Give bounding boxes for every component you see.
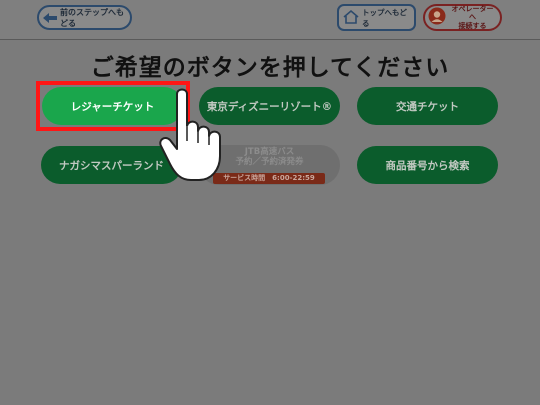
operator-button-label: オペレーターへ 接続する	[449, 5, 500, 29]
operator-label-line1: オペレーターへ	[451, 5, 494, 22]
page-title: ご希望のボタンを押してください	[90, 55, 450, 81]
operator-button[interactable]: オペレーターへ 接続する	[423, 4, 502, 31]
product-number-search-button[interactable]: 商品番号から検索	[357, 146, 498, 184]
transport-ticket-label: 交通チケット	[396, 100, 459, 113]
operator-icon	[428, 7, 446, 27]
transport-ticket-button[interactable]: 交通チケット	[357, 87, 498, 125]
header-bar: 前のステップへもどる トップへもどる オペレーターへ 接続する	[0, 0, 540, 40]
pointing-hand-icon	[155, 86, 235, 186]
top-button[interactable]: トップへもどる	[337, 4, 416, 31]
operator-label-line2: 接続する	[458, 21, 487, 30]
nagashima-spaland-label: ナガシマスパーランド	[59, 159, 164, 172]
home-icon	[343, 9, 359, 27]
arrow-left-icon	[43, 12, 57, 23]
back-button-label: 前のステップへもどる	[60, 7, 124, 28]
product-number-search-label: 商品番号から検索	[385, 159, 470, 172]
back-button[interactable]: 前のステップへもどる	[37, 5, 132, 30]
top-button-label: トップへもどる	[362, 7, 407, 28]
